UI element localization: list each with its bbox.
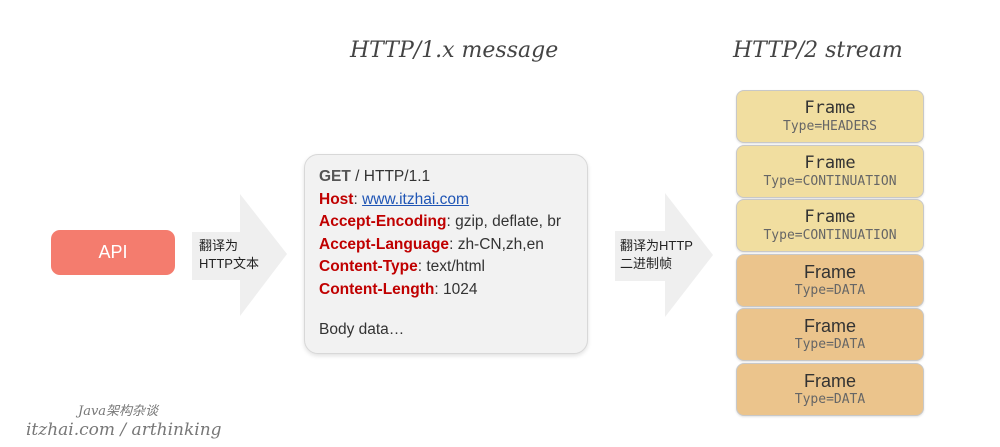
arrow-label-1: 翻译为 HTTP文本 bbox=[199, 237, 259, 273]
header-content-length: Content-Length: 1024 bbox=[319, 279, 561, 302]
arrow-label-2: 翻译为HTTP 二进制帧 bbox=[620, 237, 693, 273]
frame-2: Frame Type=CONTINUATION bbox=[736, 144, 924, 198]
http1-message-box: GET / HTTP/1.1 Host: www.itzhai.com Acce… bbox=[304, 154, 588, 354]
frame-type: Type=CONTINUATION bbox=[763, 228, 897, 243]
header-content-type: Content-Type: text/html bbox=[319, 256, 561, 279]
header-accept-language: Accept-Language: zh-CN,zh,en bbox=[319, 234, 561, 257]
header-sep: : bbox=[446, 213, 456, 230]
frame-type: Type=HEADERS bbox=[783, 119, 877, 134]
frame-name: Frame bbox=[803, 316, 856, 336]
header-sep: : bbox=[434, 280, 443, 298]
frame-3: Frame Type=CONTINUATION bbox=[736, 199, 924, 252]
arrow-label-2-line2: 二进制帧 bbox=[620, 256, 673, 271]
frame-name: Frame bbox=[804, 98, 856, 118]
frame-name: Frame bbox=[803, 370, 856, 391]
request-path: / HTTP/1.1 bbox=[350, 168, 431, 185]
arrow-label-1-line1: 翻译为 bbox=[199, 238, 239, 253]
header-key: Host bbox=[319, 190, 354, 208]
header-key: Content-Length bbox=[319, 280, 435, 298]
footer-brand: Java架构杂谈 bbox=[78, 404, 159, 419]
frame-5: Frame Type=DATA bbox=[736, 308, 924, 361]
body-data: Body data… bbox=[319, 321, 405, 338]
header-accept-encoding: Accept-Encoding: gzip, deflate, br bbox=[319, 211, 561, 234]
http2-title: HTTP/2 stream bbox=[733, 38, 903, 63]
frame-type: Type=DATA bbox=[794, 282, 866, 298]
arrow-label-1-line2: HTTP文本 bbox=[199, 256, 259, 271]
header-value: zh-CN,zh,en bbox=[457, 235, 544, 253]
header-key: Content-Type bbox=[319, 258, 418, 275]
header-sep: : bbox=[353, 190, 363, 208]
header-value: 1024 bbox=[442, 280, 478, 298]
frame-4: Frame Type=DATA bbox=[736, 253, 924, 307]
message-lines: GET / HTTP/1.1 Host: www.itzhai.com Acce… bbox=[319, 166, 561, 301]
header-value: text/html bbox=[426, 258, 485, 275]
footer-site: itzhai.com / arthinking bbox=[26, 420, 222, 440]
host-link[interactable]: www.itzhai.com bbox=[362, 191, 469, 208]
header-host: Host: www.itzhai.com bbox=[319, 189, 561, 212]
frame-type: Type=CONTINUATION bbox=[763, 173, 897, 189]
request-line: GET / HTTP/1.1 bbox=[319, 166, 561, 189]
frame-name: Frame bbox=[803, 261, 856, 282]
http1-title: HTTP/1.x message bbox=[350, 38, 559, 63]
header-value: gzip, deflate, br bbox=[455, 213, 562, 230]
frame-name: Frame bbox=[804, 152, 856, 173]
frame-type: Type=DATA bbox=[794, 391, 866, 407]
api-label: API bbox=[98, 242, 128, 262]
header-sep: : bbox=[449, 235, 458, 253]
api-box: API bbox=[51, 230, 175, 275]
request-method: GET bbox=[319, 168, 351, 185]
header-key: Accept-Language bbox=[319, 235, 450, 253]
frame-1: Frame Type=HEADERS bbox=[736, 90, 924, 143]
header-key: Accept-Encoding bbox=[319, 213, 447, 230]
frame-6: Frame Type=DATA bbox=[736, 362, 924, 416]
arrow-label-2-line1: 翻译为HTTP bbox=[620, 238, 693, 253]
frame-type: Type=DATA bbox=[794, 337, 866, 352]
frame-name: Frame bbox=[804, 207, 856, 227]
